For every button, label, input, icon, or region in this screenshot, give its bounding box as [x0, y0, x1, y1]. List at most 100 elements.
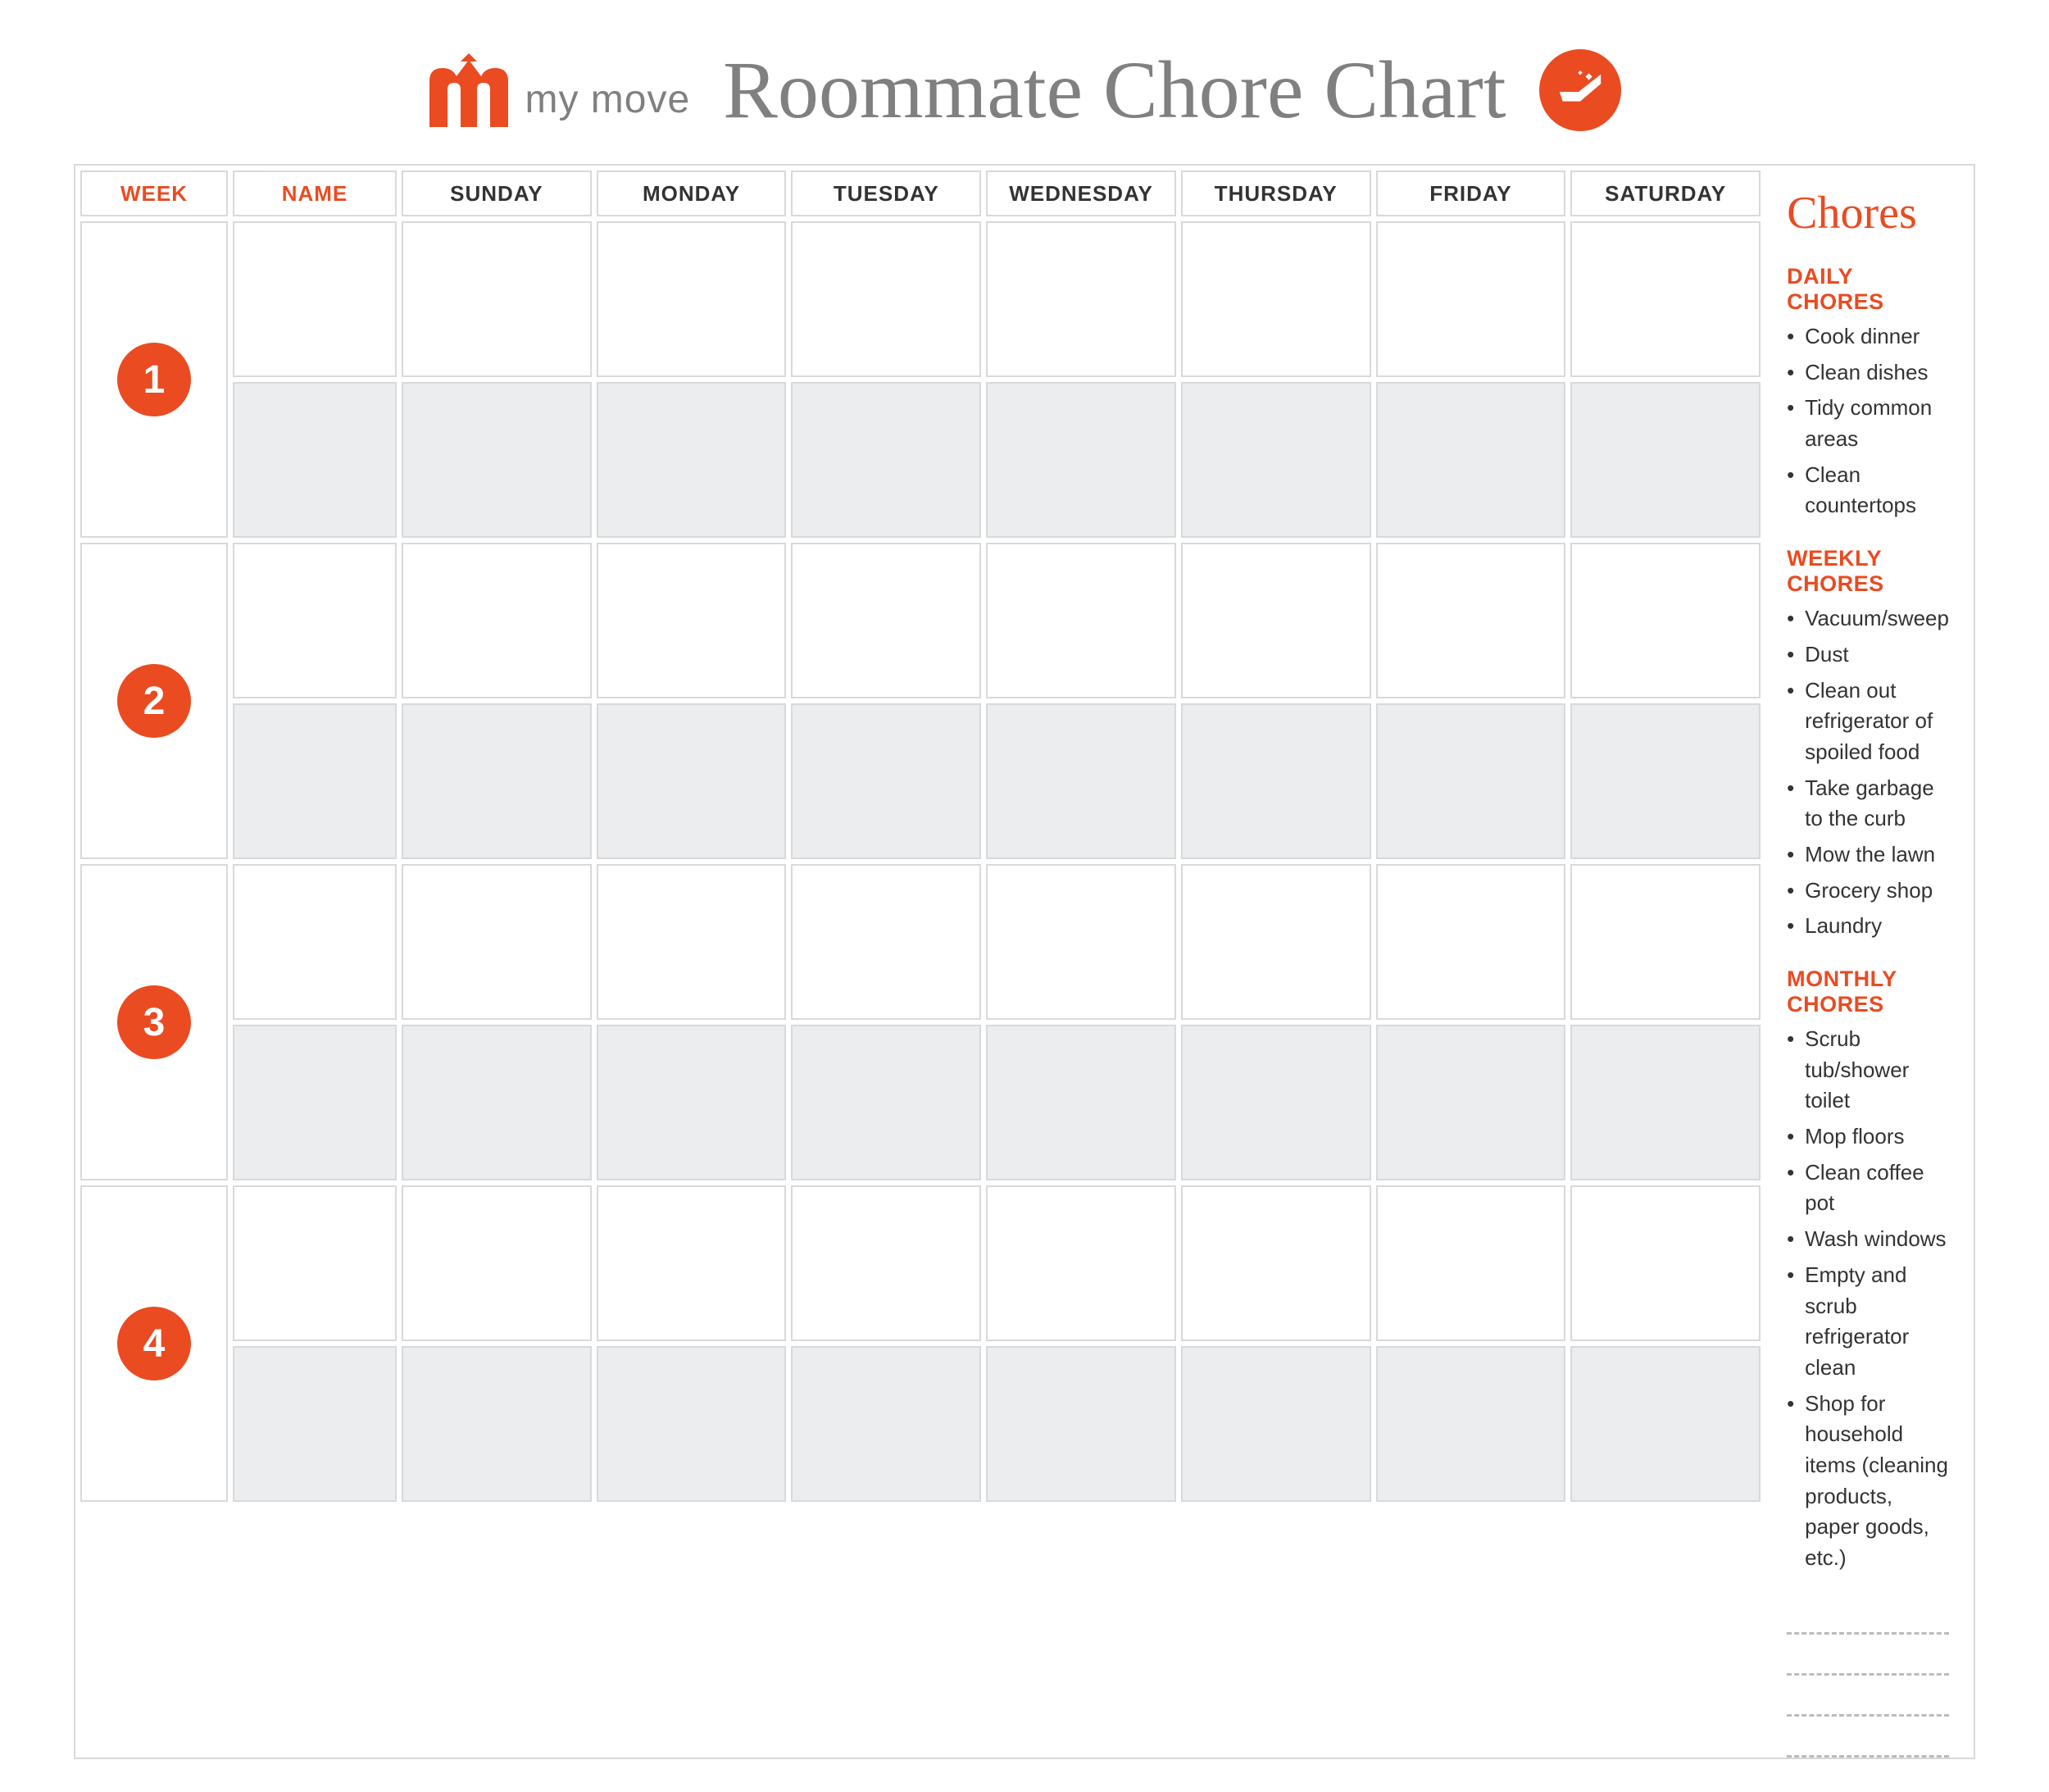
- cell[interactable]: [402, 703, 592, 859]
- section-heading-daily: DAILY CHORES: [1787, 264, 1949, 315]
- table-row: [80, 703, 1761, 859]
- list-item: Mow the lawn: [1787, 839, 1949, 871]
- list-item: Cook dinner: [1787, 321, 1949, 352]
- cell[interactable]: [1181, 382, 1371, 538]
- cell[interactable]: [1570, 543, 1761, 698]
- col-day: THURSDAY: [1181, 171, 1371, 216]
- week-cell: 3: [80, 864, 228, 1180]
- cell[interactable]: [791, 1025, 981, 1180]
- chore-grid: WEEK NAME SUNDAY MONDAY TUESDAY WEDNESDA…: [75, 166, 1765, 1758]
- list-item: Clean countertops: [1787, 460, 1949, 521]
- cell[interactable]: [233, 1025, 397, 1180]
- cell[interactable]: [233, 382, 397, 538]
- write-in-lines[interactable]: [1787, 1594, 1949, 1758]
- cell[interactable]: [1570, 1185, 1761, 1341]
- cell[interactable]: [1570, 864, 1761, 1020]
- cell[interactable]: [597, 221, 787, 377]
- cell[interactable]: [986, 543, 1176, 698]
- cell[interactable]: [402, 1346, 592, 1502]
- list-item: Clean dishes: [1787, 357, 1949, 389]
- list-item: Grocery shop: [1787, 876, 1949, 907]
- cell[interactable]: [1376, 1185, 1566, 1341]
- list-item: Vacuum/sweep: [1787, 603, 1949, 634]
- cleaning-badge-icon: [1539, 49, 1621, 131]
- cell[interactable]: [402, 382, 592, 538]
- table-row: 2: [80, 543, 1761, 698]
- cell[interactable]: [597, 1025, 787, 1180]
- table-row: [80, 382, 1761, 538]
- cell[interactable]: [233, 1185, 397, 1341]
- cell[interactable]: [1570, 221, 1761, 377]
- cell[interactable]: [986, 382, 1176, 538]
- list-item: Clean out refrigerator of spoiled food: [1787, 675, 1949, 768]
- cell[interactable]: [402, 1185, 592, 1341]
- cell[interactable]: [1376, 1346, 1566, 1502]
- cell[interactable]: [791, 864, 981, 1020]
- cell[interactable]: [1376, 221, 1566, 377]
- cell[interactable]: [233, 1346, 397, 1502]
- cell[interactable]: [1181, 1025, 1371, 1180]
- cell[interactable]: [1376, 382, 1566, 538]
- week-number-badge: 4: [117, 1307, 191, 1380]
- week-number-badge: 1: [117, 343, 191, 416]
- col-day: SUNDAY: [402, 171, 592, 216]
- cell[interactable]: [791, 221, 981, 377]
- cell[interactable]: [1181, 1185, 1371, 1341]
- cell[interactable]: [791, 1346, 981, 1502]
- cell[interactable]: [1376, 1025, 1566, 1180]
- monthly-chores-list: Scrub tub/shower toilet Mop floors Clean…: [1787, 1024, 1949, 1574]
- cell[interactable]: [597, 864, 787, 1020]
- cell[interactable]: [1376, 703, 1566, 859]
- table-row: 3: [80, 864, 1761, 1020]
- section-heading-weekly: WEEKLY CHORES: [1787, 546, 1949, 597]
- col-day: TUESDAY: [791, 171, 981, 216]
- cell[interactable]: [1570, 1346, 1761, 1502]
- cell[interactable]: [233, 221, 397, 377]
- header: my move Roommate Chore Chart: [74, 49, 1975, 131]
- cell[interactable]: [1570, 382, 1761, 538]
- cell[interactable]: [597, 703, 787, 859]
- list-item: Mop floors: [1787, 1121, 1949, 1153]
- cell[interactable]: [1181, 864, 1371, 1020]
- header-row: WEEK NAME SUNDAY MONDAY TUESDAY WEDNESDA…: [80, 171, 1761, 216]
- cell[interactable]: [1181, 1346, 1371, 1502]
- cell[interactable]: [986, 221, 1176, 377]
- cell[interactable]: [791, 543, 981, 698]
- cell[interactable]: [791, 382, 981, 538]
- table-row: [80, 1346, 1761, 1502]
- cell[interactable]: [1181, 221, 1371, 377]
- cell[interactable]: [597, 1346, 787, 1502]
- list-item: Take garbage to the curb: [1787, 773, 1949, 835]
- cell[interactable]: [597, 543, 787, 698]
- cell[interactable]: [986, 703, 1176, 859]
- cell[interactable]: [986, 1185, 1176, 1341]
- cell[interactable]: [986, 864, 1176, 1020]
- cell[interactable]: [402, 221, 592, 377]
- sidebar-title: Chores: [1787, 187, 1949, 239]
- cell[interactable]: [791, 1185, 981, 1341]
- cell[interactable]: [233, 543, 397, 698]
- cell[interactable]: [1181, 703, 1371, 859]
- cell[interactable]: [402, 1025, 592, 1180]
- cell[interactable]: [1570, 1025, 1761, 1180]
- cell[interactable]: [791, 703, 981, 859]
- cell[interactable]: [1376, 864, 1566, 1020]
- cell[interactable]: [402, 864, 592, 1020]
- cell[interactable]: [233, 864, 397, 1020]
- weekly-chores-list: Vacuum/sweep Dust Clean out refrigerator…: [1787, 603, 1949, 942]
- cell[interactable]: [986, 1025, 1176, 1180]
- cell[interactable]: [986, 1346, 1176, 1502]
- list-item: Dust: [1787, 639, 1949, 671]
- cell[interactable]: [597, 1185, 787, 1341]
- list-item: Shop for household items (cleaning produ…: [1787, 1389, 1949, 1574]
- week-cell: 1: [80, 221, 228, 538]
- cell[interactable]: [233, 703, 397, 859]
- cell[interactable]: [1570, 703, 1761, 859]
- cell[interactable]: [402, 543, 592, 698]
- cell[interactable]: [1181, 543, 1371, 698]
- col-day: SATURDAY: [1570, 171, 1761, 216]
- cell[interactable]: [597, 382, 787, 538]
- daily-chores-list: Cook dinner Clean dishes Tidy common are…: [1787, 321, 1949, 521]
- cell[interactable]: [1376, 543, 1566, 698]
- col-name: NAME: [233, 171, 397, 216]
